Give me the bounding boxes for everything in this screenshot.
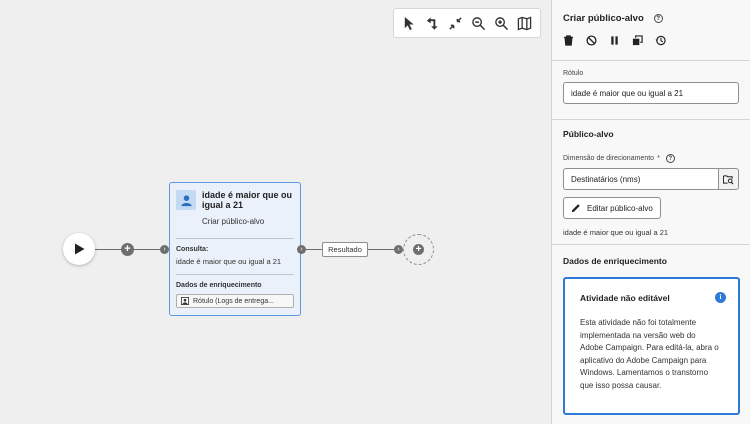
info-icon: i [715, 292, 726, 303]
node-divider [176, 238, 294, 239]
collapse-icon[interactable] [446, 13, 466, 33]
input-port-icon: › [160, 245, 169, 254]
add-icon: + [413, 244, 424, 255]
transition-label[interactable]: Resultado [322, 242, 368, 257]
not-editable-notice: Atividade não editável i Esta atividade … [563, 277, 740, 415]
properties-panel: Criar público-alvo ? Rótulo idade é maio… [551, 0, 750, 424]
next-port-icon: › [394, 245, 403, 254]
node-divider [176, 274, 294, 275]
table-icon [181, 297, 189, 305]
canvas-toolbar [393, 8, 541, 38]
zoom-in-icon[interactable] [492, 13, 512, 33]
select-icon[interactable] [400, 13, 420, 33]
disable-icon[interactable] [586, 33, 609, 47]
play-icon [74, 243, 84, 255]
required-icon: * [657, 155, 660, 162]
zoom-out-icon[interactable] [469, 13, 489, 33]
workflow-canvas[interactable]: + › idade é maior que ou igual a 21 Cria… [0, 0, 551, 424]
enrichment-chip[interactable]: Rótulo (Logs de entrega... [176, 294, 294, 308]
copy-icon[interactable] [632, 33, 655, 47]
delete-icon[interactable] [563, 33, 586, 47]
audience-query-summary: idade é maior que ou igual a 21 [563, 228, 669, 237]
help-icon[interactable]: ? [653, 14, 663, 23]
enrichment-chip-label: Rótulo (Logs de entrega... [193, 297, 274, 305]
node-title: idade é maior que ou igual a 21 [202, 190, 293, 210]
pause-icon[interactable] [609, 33, 632, 47]
build-audience-node[interactable]: idade é maior que ou igual a 21 Criar pú… [169, 182, 301, 316]
add-activity-icon[interactable]: + [121, 243, 134, 256]
label-field-label: Rótulo [563, 70, 584, 77]
dimension-input[interactable]: Destinatários (nms) [563, 168, 718, 190]
dimension-picker-button[interactable] [718, 168, 739, 190]
query-text: idade é maior que ou igual a 21 [176, 257, 282, 266]
edit-audience-label: Editar público-alvo [587, 203, 653, 213]
start-button[interactable] [63, 233, 95, 265]
panel-title: Criar público-alvo [563, 13, 644, 24]
folder-search-icon [723, 174, 734, 184]
enrichment-label: Dados de enriquecimento [176, 282, 262, 289]
query-label: Consulta: [176, 246, 209, 253]
edit-audience-button[interactable]: Editar público-alvo [563, 197, 661, 219]
map-icon[interactable] [515, 13, 535, 33]
node-subtitle: Criar público-alvo [202, 217, 265, 226]
enrichment-section-title: Dados de enriquecimento [563, 256, 667, 266]
add-next-activity[interactable]: + [403, 234, 434, 265]
notice-body: Esta atividade não foi totalmente implem… [580, 318, 719, 390]
label-input[interactable]: idade é maior que ou igual a 21 [563, 82, 739, 104]
audience-section-title: Público-alvo [563, 129, 614, 139]
dimension-label: Dimensão de direcionamento [563, 155, 655, 162]
output-port-icon: › [297, 245, 306, 254]
audience-icon [176, 190, 196, 210]
rotate-icon[interactable] [423, 13, 443, 33]
history-icon[interactable] [655, 33, 678, 47]
pencil-icon [571, 204, 580, 213]
dimension-help-icon[interactable]: ? [665, 154, 675, 163]
